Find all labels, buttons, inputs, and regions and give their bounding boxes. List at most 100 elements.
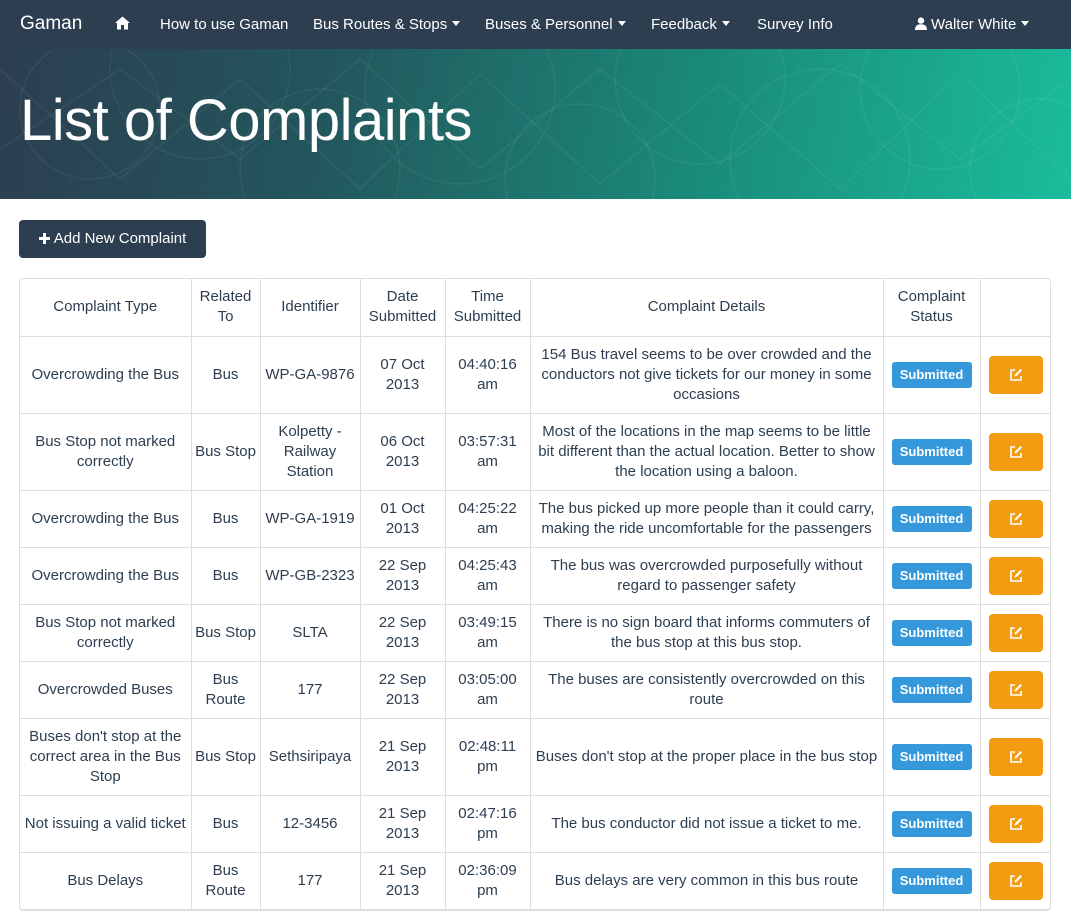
- status-badge: Submitted: [891, 867, 972, 894]
- add-new-complaint-button[interactable]: Add New Complaint: [19, 220, 206, 258]
- page-header-banner: List of Complaints: [0, 49, 1071, 199]
- table-row: Bus Delays Bus Route 177 21 Sep 2013 02:36:0…: [20, 851, 1050, 910]
- table-row: Overcrowding the Bus Bus WP-GA-9876 07 Oct …: [20, 335, 1050, 414]
- column-header: Complaint Details: [529, 279, 884, 337]
- complaint-details-cell: 154 Bus travel seems to be over crowded …: [529, 335, 884, 414]
- nav-buses-personnel-dropdown[interactable]: Buses & Personnel: [485, 0, 626, 49]
- add-new-complaint-label: Add New Complaint: [53, 230, 187, 247]
- edit-cell: [979, 660, 1050, 719]
- nav-bus-routes-dropdown[interactable]: Bus Routes & Stops: [313, 0, 461, 49]
- complaint-status-cell: Submitted: [882, 717, 981, 796]
- caret-down-icon: [617, 21, 626, 26]
- date-submitted-cell: 07 Oct 2013: [359, 335, 446, 414]
- complaint-type-cell: Bus Stop not marked correctly: [20, 603, 192, 662]
- edit-complaint-button[interactable]: [988, 670, 1043, 709]
- time-submitted-cell: 02:47:16 pm: [444, 794, 531, 853]
- edit-icon: [1009, 512, 1022, 525]
- complaint-status-cell: Submitted: [882, 489, 981, 548]
- date-submitted-cell: 22 Sep 2013: [359, 546, 446, 605]
- edit-complaint-button[interactable]: [988, 355, 1043, 394]
- edit-cell: [979, 851, 1050, 910]
- complaint-type-cell: Overcrowded Buses: [20, 660, 192, 719]
- complaint-type-cell: Overcrowding the Bus: [20, 489, 192, 548]
- edit-icon: [1009, 368, 1022, 381]
- edit-cell: [979, 412, 1050, 491]
- complaint-type-cell: Overcrowding the Bus: [20, 546, 192, 605]
- column-header: Time Submitted: [444, 279, 531, 337]
- table-row: Bus Stop not marked correctly Bus Stop SLT…: [20, 603, 1050, 662]
- column-header: [979, 279, 1050, 337]
- edit-complaint-button[interactable]: [988, 804, 1043, 843]
- related-to-cell: Bus: [190, 794, 261, 853]
- complaint-details-cell: The bus picked up more people than it co…: [529, 489, 884, 548]
- caret-down-icon: [1021, 21, 1030, 26]
- complaint-status-cell: Submitted: [882, 412, 981, 491]
- edit-complaint-button[interactable]: [988, 432, 1043, 471]
- edit-complaint-button[interactable]: [988, 613, 1043, 652]
- identifier-cell: WP-GA-9876: [259, 335, 361, 414]
- edit-icon: [1009, 683, 1022, 696]
- complaints-table-container: Complaint Type Related To Identifier Dat…: [19, 278, 1051, 911]
- edit-icon: [1009, 626, 1022, 639]
- caret-down-icon: [452, 21, 461, 26]
- nav-bus-routes-label: Bus Routes & Stops: [313, 16, 448, 33]
- column-header: Identifier: [259, 279, 361, 337]
- date-submitted-cell: 21 Sep 2013: [359, 794, 446, 853]
- complaint-details-cell: Buses don't stop at the proper place in …: [529, 717, 884, 796]
- edit-cell: [979, 794, 1050, 853]
- edit-cell: [979, 603, 1050, 662]
- identifier-cell: WP-GB-2323: [259, 546, 361, 605]
- complaint-status-cell: Submitted: [882, 851, 981, 910]
- complaint-status-cell: Submitted: [882, 660, 981, 719]
- time-submitted-cell: 02:48:11 pm: [444, 717, 531, 796]
- status-badge: Submitted: [891, 361, 972, 388]
- edit-complaint-button[interactable]: [988, 499, 1043, 538]
- edit-complaint-button[interactable]: [988, 861, 1043, 900]
- brand-link[interactable]: Gaman: [20, 0, 82, 49]
- nav-survey-info[interactable]: Survey Info: [757, 0, 833, 49]
- date-submitted-cell: 22 Sep 2013: [359, 603, 446, 662]
- edit-icon: [1009, 569, 1022, 582]
- plus-icon: [38, 233, 50, 244]
- nav-feedback-label: Feedback: [651, 16, 717, 33]
- nav-feedback-dropdown[interactable]: Feedback: [651, 0, 730, 49]
- home-icon: [115, 16, 130, 30]
- status-badge: Submitted: [891, 438, 972, 465]
- edit-complaint-button[interactable]: [988, 556, 1043, 595]
- identifier-cell: Kolpetty - Railway Station: [259, 412, 361, 491]
- identifier-cell: Sethsiripaya: [259, 717, 361, 796]
- navbar: Gaman How to use Gaman Bus Routes & Stop…: [0, 0, 1071, 49]
- identifier-cell: 12-3456: [259, 794, 361, 853]
- table-row: Buses don't stop at the correct area in …: [20, 717, 1050, 796]
- date-submitted-cell: 21 Sep 2013: [359, 717, 446, 796]
- related-to-cell: Bus: [190, 546, 261, 605]
- edit-cell: [979, 546, 1050, 605]
- complaint-type-cell: Bus Delays: [20, 851, 192, 910]
- time-submitted-cell: 04:25:22 am: [444, 489, 531, 548]
- table-row: Overcrowding the Bus Bus WP-GA-1919 01 Oct …: [20, 489, 1050, 548]
- complaint-details-cell: The bus was overcrowded purposefully wit…: [529, 546, 884, 605]
- complaint-status-cell: Submitted: [882, 546, 981, 605]
- complaint-status-cell: Submitted: [882, 794, 981, 853]
- identifier-cell: WP-GA-1919: [259, 489, 361, 548]
- identifier-cell: SLTA: [259, 603, 361, 662]
- edit-icon: [1009, 874, 1022, 887]
- date-submitted-cell: 21 Sep 2013: [359, 851, 446, 910]
- related-to-cell: Bus Stop: [190, 412, 261, 491]
- edit-icon: [1009, 445, 1022, 458]
- time-submitted-cell: 04:40:16 am: [444, 335, 531, 414]
- related-to-cell: Bus: [190, 489, 261, 548]
- status-badge: Submitted: [891, 505, 972, 532]
- table-header-row: Complaint Type Related To Identifier Dat…: [20, 279, 1050, 337]
- user-menu-dropdown[interactable]: Walter White: [915, 0, 1030, 49]
- home-link[interactable]: [115, 0, 130, 49]
- nav-how-to-use[interactable]: How to use Gaman: [160, 0, 288, 49]
- nav-buses-personnel-label: Buses & Personnel: [485, 16, 613, 33]
- related-to-cell: Bus Route: [190, 851, 261, 910]
- column-header: Date Submitted: [359, 279, 446, 337]
- time-submitted-cell: 04:25:43 am: [444, 546, 531, 605]
- column-header: Related To: [190, 279, 261, 337]
- complaints-table-body: Overcrowding the Bus Bus WP-GA-9876 07 Oct …: [20, 335, 1050, 910]
- edit-complaint-button[interactable]: [988, 737, 1043, 776]
- complaint-type-cell: Bus Stop not marked correctly: [20, 412, 192, 491]
